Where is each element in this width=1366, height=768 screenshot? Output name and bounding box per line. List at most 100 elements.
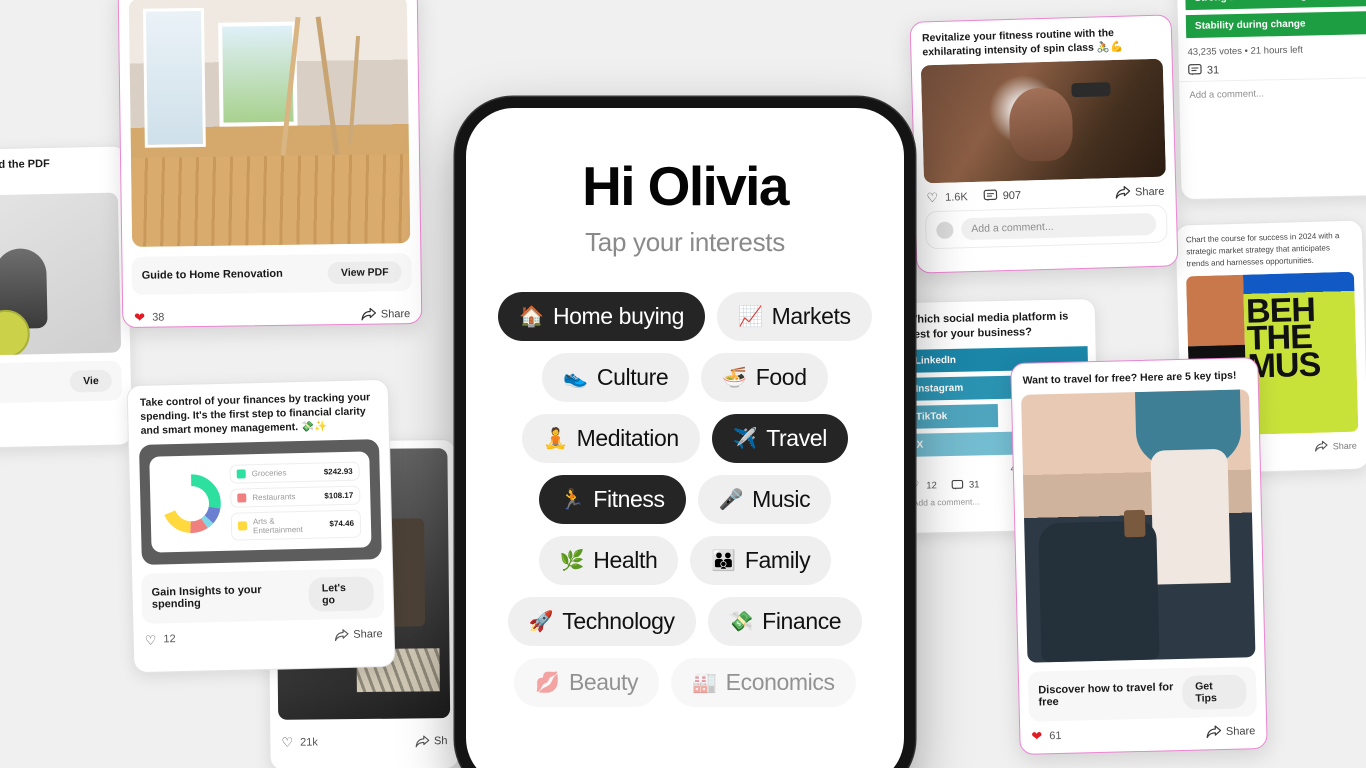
finance-share-label: Share — [353, 628, 383, 641]
share-button[interactable]: Share — [334, 628, 383, 642]
time-management-footer: o Time Management ategies Vie — [0, 360, 123, 406]
share-icon — [1115, 186, 1130, 200]
list-item: Restaurants $108.17 — [230, 485, 361, 508]
interest-chip-travel[interactable]: ✈️ Travel — [711, 414, 848, 463]
home-renovation-photo — [128, 0, 411, 247]
interest-chip-finance[interactable]: 💸 Finance — [707, 597, 863, 646]
interest-chip-health[interactable]: 🌿 Health — [538, 536, 679, 585]
share-button[interactable]: Share — [1315, 440, 1357, 452]
heart-filled-icon[interactable]: ❤ — [134, 310, 145, 325]
pay-equity-options: Pay Equity Strong Benefits Package Stabi… — [1176, 0, 1366, 39]
heart-icon[interactable]: ♡ — [145, 632, 157, 647]
finance-footer: Gain Insights to your spending Let's go — [141, 567, 385, 624]
comment-button[interactable]: 31 — [952, 479, 980, 491]
spending-amount: $108.17 — [324, 490, 354, 500]
interest-chip-economics[interactable]: 🏭 Economics — [671, 658, 856, 707]
home-renovation-share-label: Share — [380, 307, 411, 320]
social-poll-comments: 31 — [968, 479, 980, 491]
chip-label: Food — [755, 364, 807, 390]
card-fitness[interactable]: Revitalize your fitness routine with the… — [909, 14, 1179, 274]
finance-footer-title: Gain Insights to your spending — [151, 583, 262, 611]
comment-icon — [952, 479, 964, 490]
poll-option-label: X — [916, 439, 924, 451]
travel-footer: Discover how to travel for free Get Tips — [1027, 666, 1257, 722]
spending-label: Arts & Entertainment — [252, 516, 304, 535]
chip-row: 💋 Beauty 🏭 Economics — [514, 658, 856, 707]
interest-chip-fitness[interactable]: 🏃 Fitness — [538, 475, 686, 524]
interest-chip-music[interactable]: 🎤 Music — [697, 475, 832, 524]
poll-option-label: TikTok — [915, 410, 948, 423]
card-finance[interactable]: Take control of your finances by trackin… — [126, 378, 396, 674]
card-travel[interactable]: Want to travel for free? Here are 5 key … — [1010, 357, 1268, 755]
fitness-comments: 907 — [1002, 189, 1022, 203]
interest-chip-technology[interactable]: 🚀 Technology — [507, 597, 696, 646]
interest-chip-markets[interactable]: 📈 Markets — [717, 292, 872, 341]
poll-option-label: Strong Benefits Package — [1194, 0, 1312, 4]
interest-chip-family[interactable]: 👪 Family — [690, 536, 832, 585]
poll-option-label: Stability during change — [1194, 18, 1306, 32]
market-poster-share-label: Share — [1332, 440, 1357, 451]
chip-emoji-icon: 👪 — [711, 549, 736, 572]
home-renovation-meta: ❤ 38 Share — [123, 299, 421, 328]
dark-photo-meta: ♡ 21k Sh — [270, 726, 458, 756]
chip-emoji-icon: 💸 — [728, 610, 754, 633]
heart-filled-icon[interactable]: ❤ — [1031, 729, 1042, 744]
scene: to save time? Download the PDF ctivity. … — [0, 0, 1366, 768]
comment-button[interactable]: 907 — [983, 189, 1022, 203]
heart-icon[interactable]: ♡ — [926, 190, 938, 205]
chip-emoji-icon: 🎤 — [718, 488, 744, 511]
interest-chip-meditation[interactable]: 🧘 Meditation — [522, 414, 700, 463]
spending-amount: $242.93 — [323, 466, 353, 476]
comment-button[interactable]: 31 — [1188, 63, 1220, 77]
view-pdf-button[interactable]: View PDF — [327, 261, 402, 285]
pay-equity-comments: 31 — [1206, 63, 1220, 77]
list-item: Arts & Entertainment $74.46 — [230, 509, 362, 541]
interest-chip-home-buying[interactable]: 🏠 Home buying — [498, 292, 706, 341]
card-time-management[interactable]: to save time? Download the PDF ctivity. … — [0, 145, 134, 451]
card-pay-equity-poll[interactable]: Pay Equity Strong Benefits Package Stabi… — [1175, 0, 1366, 201]
poll-option[interactable]: TikTok — [906, 403, 999, 429]
fitness-photo — [920, 58, 1166, 184]
chip-emoji-icon: ✈️ — [732, 427, 758, 450]
poll-option[interactable]: Stability during change — [1185, 10, 1366, 39]
comment-icon — [1188, 63, 1202, 76]
interest-chip-food[interactable]: 🍜 Food — [701, 353, 828, 402]
pay-equity-comment-input[interactable]: Add a comment... — [1179, 76, 1366, 110]
interest-chip-culture[interactable]: 👟 Culture — [542, 353, 690, 402]
spending-legend: Groceries $242.93 Restaurants $108.17 Ar… — [229, 461, 362, 541]
heart-icon[interactable]: ♡ — [281, 735, 293, 750]
time-management-button[interactable]: Vie — [69, 369, 112, 393]
chip-row: 👟 Culture 🍜 Food — [542, 353, 828, 402]
card-home-renovation[interactable]: Guide to Home Renovation View PDF ❤ 38 S… — [117, 0, 423, 329]
avatar — [936, 221, 954, 239]
finance-caption: Take control of your finances by trackin… — [139, 391, 371, 438]
finance-meta: ♡ 12 Share — [134, 625, 394, 653]
time-management-meta: ♡ 1.2k — [0, 408, 132, 441]
share-button[interactable]: Share — [1115, 185, 1165, 200]
get-tips-button[interactable]: Get Tips — [1181, 674, 1247, 711]
poll-option[interactable]: X — [907, 431, 1023, 457]
chip-emoji-icon: 👟 — [563, 366, 588, 389]
chip-emoji-icon: 📈 — [738, 305, 763, 328]
share-icon — [361, 307, 376, 321]
share-button[interactable]: Share — [1206, 724, 1256, 739]
travel-photo — [1021, 389, 1256, 663]
chip-label: Markets — [771, 303, 851, 329]
subtitle: Tap your interests — [585, 227, 785, 257]
share-button[interactable]: Share — [361, 307, 411, 321]
fitness-comment-bar[interactable]: Add a comment... — [924, 204, 1168, 250]
chip-label: Culture — [596, 364, 669, 390]
lets-go-button[interactable]: Let's go — [308, 575, 375, 612]
share-button[interactable]: Sh — [415, 735, 447, 747]
chip-label: Health — [593, 547, 658, 573]
fitness-comment-input[interactable]: Add a comment... — [961, 213, 1157, 241]
poster-line-3: MUS — [1247, 345, 1321, 386]
spending-amount: $74.46 — [329, 518, 355, 529]
fitness-share-label: Share — [1134, 185, 1165, 199]
chip-label: Economics — [725, 669, 835, 695]
chip-label: Music — [752, 486, 811, 512]
interest-chip-beauty[interactable]: 💋 Beauty — [514, 658, 660, 707]
time-management-caption: to save time? Download the PDF ctivity. — [0, 157, 50, 172]
poll-option[interactable]: Strong Benefits Package — [1185, 0, 1366, 11]
chip-emoji-icon: 🏠 — [519, 305, 544, 328]
